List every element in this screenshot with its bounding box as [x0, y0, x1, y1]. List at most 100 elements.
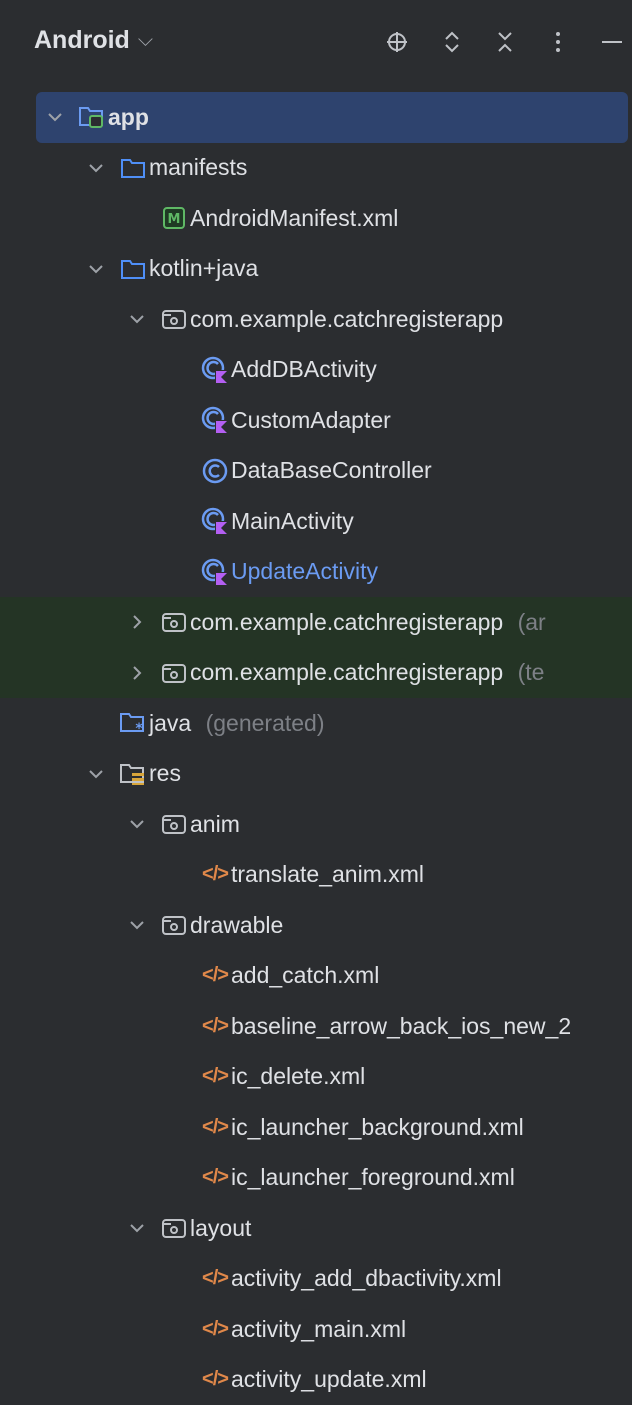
tree-item-label: layout: [190, 1215, 251, 1242]
tree-row[interactable]: com.example.catchregisterapp: [0, 294, 632, 345]
xml-file-icon: </>: [201, 962, 229, 990]
svg-text:*: *: [135, 721, 143, 735]
tree-item-label: activity_add_dbactivity.xml: [231, 1265, 502, 1292]
expand-icon[interactable]: [436, 26, 468, 58]
package-icon: [160, 608, 188, 636]
tree-row[interactable]: </>translate_anim.xml: [0, 850, 632, 901]
item-name: AddDBActivity: [231, 356, 377, 382]
tree-item-label: add_catch.xml: [231, 962, 379, 989]
xml-file-icon: </>: [201, 1063, 229, 1091]
tree-item-label: anim: [190, 811, 240, 838]
tree-row[interactable]: </>ic_delete.xml: [0, 1052, 632, 1103]
tree-row[interactable]: * java (generated): [0, 698, 632, 749]
minimize-icon[interactable]: [596, 26, 628, 58]
kotlin-class-icon: [201, 507, 229, 535]
item-name: layout: [190, 1215, 251, 1241]
tree-item-label: com.example.catchregisterapp: [190, 306, 503, 333]
tree-item-label: translate_anim.xml: [231, 861, 424, 888]
chevron-down-icon[interactable]: [127, 309, 147, 329]
item-name: ic_launcher_background.xml: [231, 1114, 524, 1140]
chevron-down-icon[interactable]: [86, 259, 106, 279]
tree-item-label: com.example.catchregisterapp (te: [190, 659, 544, 686]
class-icon: [201, 457, 229, 485]
item-name: activity_update.xml: [231, 1366, 427, 1392]
tree-item-label: app: [108, 104, 149, 131]
package-icon: [160, 659, 188, 687]
tree-item-label: AddDBActivity: [231, 356, 377, 383]
tree-row[interactable]: com.example.catchregisterapp (te: [0, 648, 632, 699]
tree-item-label: activity_update.xml: [231, 1366, 427, 1393]
tree-item-label: ic_launcher_foreground.xml: [231, 1164, 515, 1191]
item-name: translate_anim.xml: [231, 861, 424, 887]
tree-row[interactable]: </>activity_main.xml: [0, 1304, 632, 1355]
chevron-down-icon[interactable]: [127, 1218, 147, 1238]
tree-row[interactable]: anim: [0, 799, 632, 850]
tree-row[interactable]: manifests: [0, 143, 632, 194]
tree-row[interactable]: </>baseline_arrow_back_ios_new_2: [0, 1001, 632, 1052]
tree-row[interactable]: app: [36, 92, 628, 143]
item-name: drawable: [190, 912, 283, 938]
item-name: activity_add_dbactivity.xml: [231, 1265, 502, 1291]
tree-item-label: MainActivity: [231, 508, 354, 535]
item-annotation: (generated): [199, 710, 324, 736]
tree-item-label: java (generated): [149, 710, 325, 737]
chevron-right-icon[interactable]: [127, 663, 147, 683]
chevron-down-icon[interactable]: [127, 915, 147, 935]
item-name: baseline_arrow_back_ios_new_2: [231, 1013, 571, 1039]
chevron-down-icon[interactable]: [86, 764, 106, 784]
tree-item-label: UpdateActivity: [231, 558, 378, 585]
kotlin-class-icon: [201, 558, 229, 586]
tree-row[interactable]: drawable: [0, 900, 632, 951]
tree-row[interactable]: </>ic_launcher_foreground.xml: [0, 1153, 632, 1204]
collapse-icon[interactable]: [489, 26, 521, 58]
item-name: com.example.catchregisterapp: [190, 659, 503, 685]
tree-item-label: ic_launcher_background.xml: [231, 1114, 524, 1141]
tree-row[interactable]: layout: [0, 1203, 632, 1254]
item-annotation: (ar: [511, 609, 546, 635]
tree-row[interactable]: MAndroidManifest.xml: [0, 193, 632, 244]
item-name: java: [149, 710, 191, 736]
item-name: anim: [190, 811, 240, 837]
chevron-down-icon[interactable]: [127, 814, 147, 834]
item-name: ic_launcher_foreground.xml: [231, 1164, 515, 1190]
item-name: MainActivity: [231, 508, 354, 534]
tree-row[interactable]: CustomAdapter: [0, 395, 632, 446]
chevron-down-icon[interactable]: [45, 107, 65, 127]
item-name: AndroidManifest.xml: [190, 205, 398, 231]
chevron-right-icon[interactable]: [127, 612, 147, 632]
chevron-down-icon[interactable]: [86, 158, 106, 178]
tree-item-label: ic_delete.xml: [231, 1063, 365, 1090]
tree-row[interactable]: com.example.catchregisterapp (ar: [0, 597, 632, 648]
tree-row[interactable]: kotlin+java: [0, 244, 632, 295]
xml-file-icon: </>: [201, 1315, 229, 1343]
tree-row[interactable]: UpdateActivity: [0, 547, 632, 598]
xml-file-icon: </>: [201, 1366, 229, 1394]
item-name: ic_delete.xml: [231, 1063, 365, 1089]
tree-row[interactable]: MainActivity: [0, 496, 632, 547]
tree-row[interactable]: res: [0, 749, 632, 800]
kotlin-class-icon: [201, 356, 229, 384]
package-icon: [160, 911, 188, 939]
item-name: manifests: [149, 154, 247, 180]
more-icon[interactable]: [542, 26, 574, 58]
generated-folder-icon: *: [119, 709, 147, 737]
tree-row[interactable]: </>activity_update.xml: [0, 1355, 632, 1405]
locate-icon[interactable]: [381, 26, 413, 58]
tree-row[interactable]: </>add_catch.xml: [0, 951, 632, 1002]
tree-row[interactable]: AddDBActivity: [0, 345, 632, 396]
tree-row[interactable]: </>activity_add_dbactivity.xml: [0, 1254, 632, 1305]
view-selector[interactable]: Android ⌵: [34, 26, 153, 55]
resource-folder-icon: [119, 760, 147, 788]
folder-icon: [119, 154, 147, 182]
tree-row[interactable]: DataBaseController: [0, 446, 632, 497]
tree-item-label: DataBaseController: [231, 457, 432, 484]
tree-item-label: res: [149, 760, 181, 787]
item-name: add_catch.xml: [231, 962, 379, 988]
item-name: res: [149, 760, 181, 786]
tree-item-label: CustomAdapter: [231, 407, 391, 434]
chevron-down-icon: ⌵: [138, 29, 153, 52]
item-name: activity_main.xml: [231, 1316, 406, 1342]
item-annotation: (te: [511, 659, 544, 685]
tree-row[interactable]: </>ic_launcher_background.xml: [0, 1102, 632, 1153]
xml-file-icon: </>: [201, 1012, 229, 1040]
